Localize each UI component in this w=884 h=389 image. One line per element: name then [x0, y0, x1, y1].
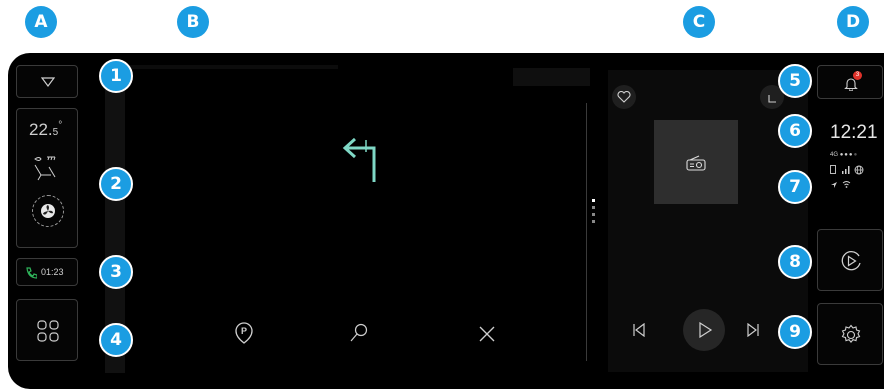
next-track-icon[interactable]: [746, 323, 760, 337]
signal-dots: ●●●: [839, 152, 854, 158]
phone-icon: [26, 267, 37, 279]
album-art: [654, 120, 738, 204]
call-chip[interactable]: 01:23: [16, 258, 78, 286]
turn-left-arrow-icon: [342, 138, 376, 182]
status-icons-row-1: [830, 165, 880, 175]
globe-icon: [854, 165, 864, 175]
heart-icon: [617, 91, 631, 103]
callout-9: 9: [778, 315, 812, 349]
collapse-button[interactable]: [16, 65, 78, 98]
play-button[interactable]: [683, 309, 725, 351]
callout-2: 2: [99, 167, 133, 201]
fan-button[interactable]: [32, 195, 64, 227]
callout-6: 6: [778, 114, 812, 148]
section-b-badge: B: [177, 6, 209, 38]
climate-panel[interactable]: 22.5°: [16, 108, 78, 248]
fan-icon: [41, 204, 55, 218]
callout-7: 7: [778, 170, 812, 204]
search-icon[interactable]: [349, 323, 369, 343]
clock: 12:21: [830, 122, 878, 143]
call-duration: 01:23: [41, 267, 64, 277]
notifications-button[interactable]: 3: [817, 65, 883, 99]
top-strip-right: [513, 68, 590, 86]
seat-heat-icon[interactable]: [27, 153, 67, 183]
previous-track-icon[interactable]: [632, 323, 646, 337]
callout-3: 3: [99, 255, 133, 289]
handle-dot: [592, 206, 595, 209]
gear-icon: [841, 324, 861, 343]
section-d-badge: D: [837, 6, 869, 38]
temperature-unit: °: [58, 120, 63, 131]
media-source-button[interactable]: [817, 229, 883, 291]
temperature-main: 22.: [29, 120, 53, 139]
parking-icon[interactable]: P: [234, 321, 254, 345]
section-c-badge: C: [683, 6, 715, 38]
drag-handle[interactable]: [592, 199, 595, 223]
split-divider[interactable]: [586, 103, 587, 361]
infotainment-screen: 22.5° 01:23 P 3 12:21 4G ●●●●: [8, 53, 884, 389]
radio-icon: [686, 155, 706, 171]
handle-dot: [592, 213, 595, 216]
wifi-icon: [842, 181, 851, 188]
network-type: 4G: [830, 152, 839, 158]
close-icon[interactable]: [478, 325, 496, 343]
top-strip: [128, 65, 338, 69]
callout-8: 8: [778, 245, 812, 279]
callout-4: 4: [99, 323, 133, 357]
notification-count-badge: 3: [853, 71, 862, 80]
network-indicator: 4G ●●●●: [830, 152, 857, 158]
chevron-down-icon: [41, 77, 55, 87]
location-icon: [831, 182, 837, 188]
handle-dot: [592, 199, 595, 202]
section-a-badge: A: [25, 6, 57, 38]
signal-bars-icon: [842, 166, 850, 174]
play-icon: [699, 322, 713, 338]
callout-5: 5: [778, 64, 812, 98]
handle-dot: [592, 220, 595, 223]
favorite-button[interactable]: [612, 85, 636, 109]
settings-button[interactable]: [817, 303, 883, 365]
svg-text:P: P: [241, 326, 247, 336]
temperature-readout: 22.5°: [29, 120, 62, 140]
signal-dot-empty: ●: [853, 152, 858, 158]
phone-battery-icon: [830, 165, 836, 174]
apps-button[interactable]: [16, 299, 78, 361]
play-circle-icon: [841, 251, 861, 271]
status-icons-row-2: [830, 180, 860, 190]
app-grid-icon: [37, 320, 59, 342]
callout-1: 1: [99, 59, 133, 93]
navigation-panel: P: [128, 65, 590, 365]
expand-icon: [768, 95, 776, 103]
